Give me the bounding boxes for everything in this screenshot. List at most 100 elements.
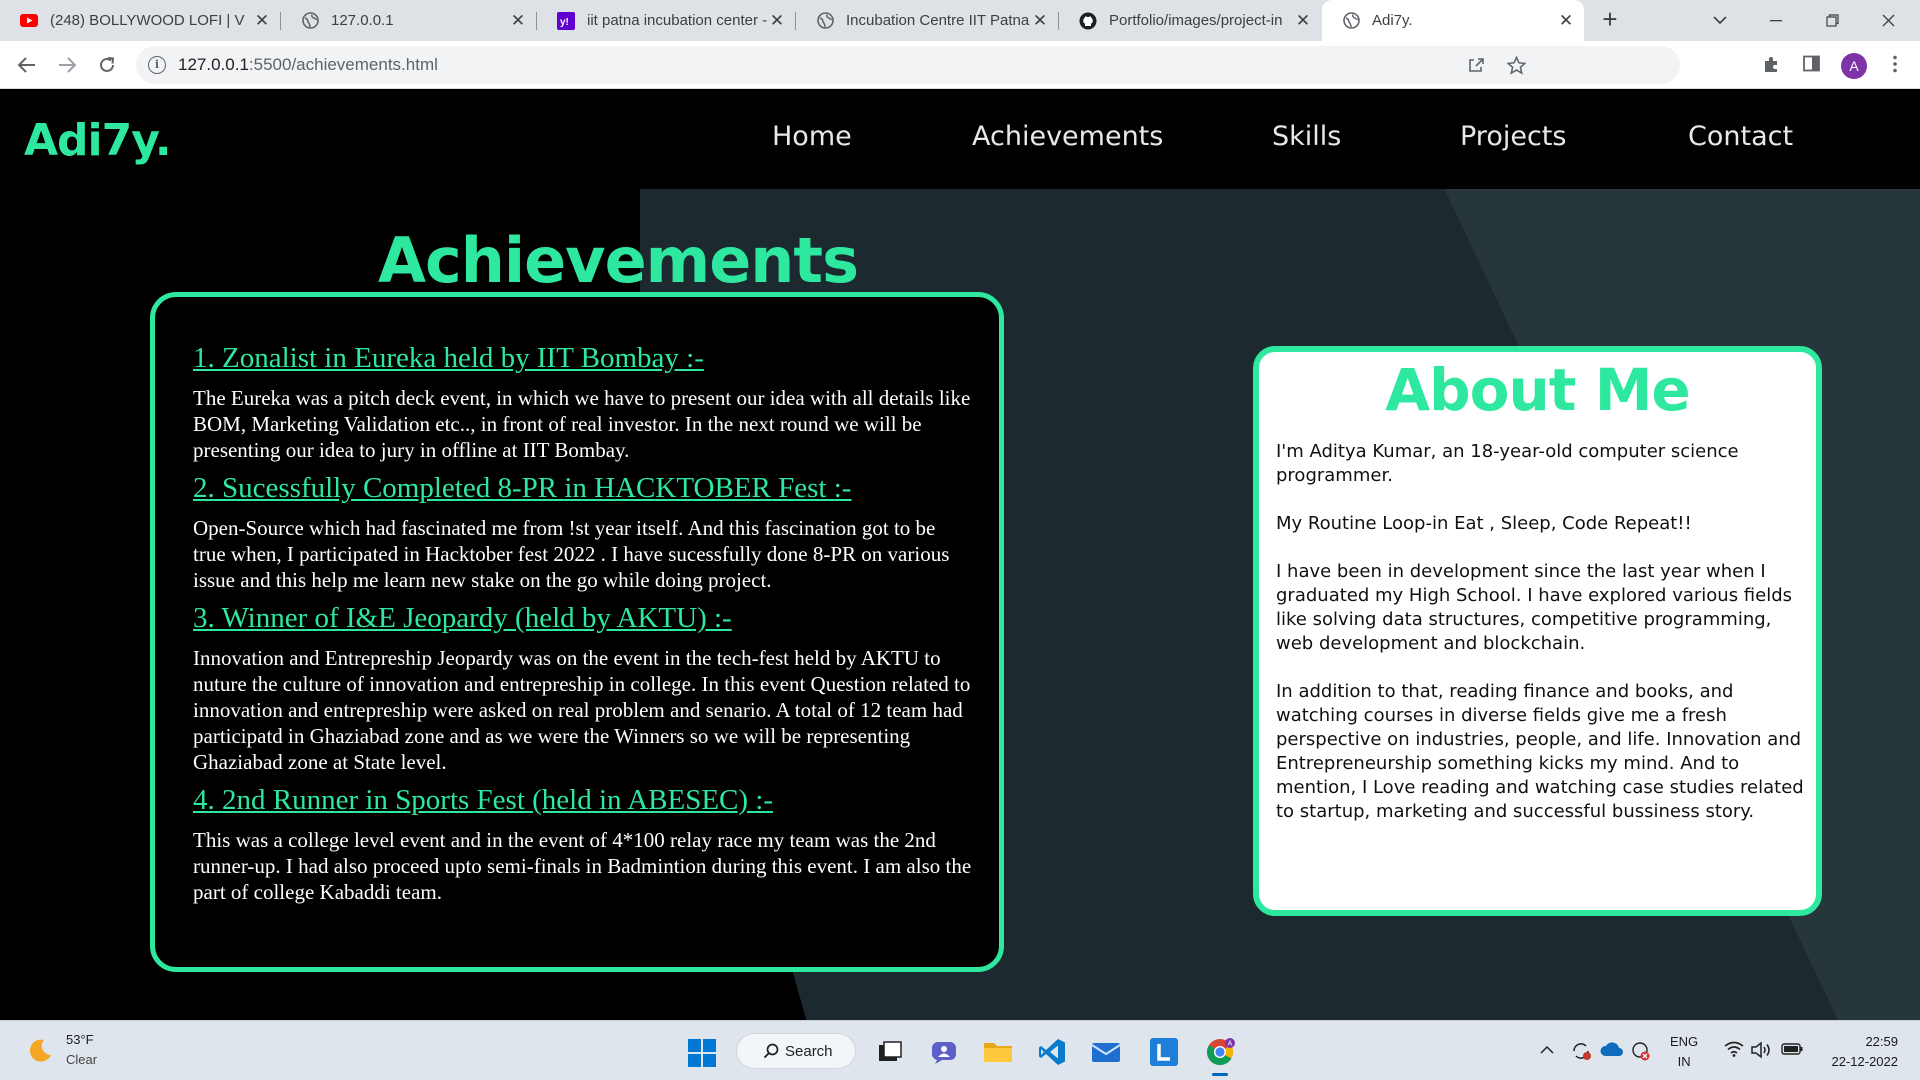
task-view-icon[interactable] — [873, 1035, 907, 1069]
wifi-icon[interactable] — [1724, 1041, 1744, 1061]
tab-localhost[interactable]: 127.0.0.1 ✕ — [281, 0, 536, 41]
sync-icon[interactable] — [1570, 1041, 1592, 1065]
close-tab-icon[interactable]: ✕ — [252, 11, 272, 31]
achievement-description: Open-Source which had fascinated me from… — [193, 516, 950, 592]
region-code: IN — [1677, 1054, 1691, 1069]
achievement-heading: 3. Winner of I&E Jeopardy (held by AKTU)… — [193, 602, 732, 634]
svg-text:A: A — [1228, 1041, 1233, 1048]
chat-icon[interactable] — [927, 1035, 961, 1069]
bookmark-star-icon[interactable] — [1505, 55, 1527, 76]
about-paragraph: My Routine Loop-in Eat , Sleep, Code Rep… — [1276, 513, 1692, 534]
l-app-icon[interactable] — [1147, 1035, 1181, 1069]
close-tab-icon[interactable]: ✕ — [767, 11, 787, 31]
url-path: :5500/achievements.html — [248, 55, 438, 74]
tab-incubation-centre[interactable]: Incubation Centre IIT Patna ✕ — [796, 0, 1058, 41]
about-paragraph: I have been in development since the las… — [1276, 561, 1793, 654]
github-icon — [1079, 12, 1097, 30]
back-arrow-icon[interactable] — [12, 50, 42, 80]
browser-menu-icon[interactable] — [1884, 55, 1906, 77]
weather-temperature[interactable]: 53°F — [66, 1032, 94, 1047]
globe-icon — [1342, 12, 1360, 30]
nav-link-home[interactable]: Home — [772, 121, 852, 152]
tab-title: Portfolio/images/project-in — [1109, 12, 1283, 29]
about-paragraph: In addition to that, reading finance and… — [1276, 681, 1804, 822]
taskbar-search[interactable]: Search — [736, 1033, 856, 1069]
share-icon[interactable] — [1466, 56, 1486, 76]
vscode-icon[interactable] — [1035, 1035, 1069, 1069]
nav-link-projects[interactable]: Projects — [1460, 121, 1566, 152]
globe-icon — [301, 12, 319, 30]
tab-bollywood-lofi[interactable]: (248) BOLLYWOOD LOFI | V ✕ — [0, 0, 280, 41]
tab-adi7y[interactable]: Adi7y. ✕ — [1322, 0, 1584, 41]
nav-link-contact[interactable]: Contact — [1688, 121, 1793, 152]
moon-weather-icon[interactable] — [26, 1037, 54, 1065]
about-paragraph: I'm Aditya Kumar, an 18-year-old compute… — [1276, 441, 1739, 486]
system-clock[interactable]: 22:59 22-12-2022 — [1818, 1032, 1899, 1072]
close-tab-icon[interactable]: ✕ — [508, 11, 528, 31]
about-me-card: About Me I'm Aditya Kumar, an 18-year-ol… — [1253, 346, 1822, 916]
restore-button[interactable] — [1804, 0, 1860, 41]
close-tab-icon[interactable]: ✕ — [1293, 11, 1313, 31]
input-language[interactable]: ENG IN — [1670, 1032, 1698, 1072]
tab-github-portfolio[interactable]: Portfolio/images/project-in ✕ — [1059, 0, 1321, 41]
achievement-item: 2. Sucessfully Completed 8-PR in HACKTOB… — [193, 471, 973, 593]
windows-taskbar: 53°F Clear Search A ENG IN 22:59 22-12-2… — [0, 1020, 1920, 1080]
tab-search-chevron-icon[interactable] — [1692, 0, 1748, 41]
weather-condition[interactable]: Clear — [66, 1052, 97, 1067]
browser-tab-strip: (248) BOLLYWOOD LOFI | V ✕ 127.0.0.1 ✕ y… — [0, 0, 1920, 41]
profile-avatar[interactable]: A — [1841, 53, 1867, 79]
reload-icon[interactable] — [92, 50, 122, 80]
mail-icon[interactable] — [1089, 1035, 1123, 1069]
site-info-icon[interactable]: i — [148, 56, 166, 74]
achievement-description: The Eureka was a pitch deck event, in wh… — [193, 386, 971, 462]
achievement-item: 3. Winner of I&E Jeopardy (held by AKTU)… — [193, 601, 973, 775]
file-explorer-icon[interactable] — [981, 1035, 1015, 1069]
achievement-heading: 1. Zonalist in Eureka held by IIT Bombay… — [193, 342, 704, 374]
achievement-heading: 2. Sucessfully Completed 8-PR in HACKTOB… — [193, 472, 852, 504]
achievement-item: 1. Zonalist in Eureka held by IIT Bombay… — [193, 341, 973, 463]
search-label: Search — [785, 1042, 833, 1060]
clock-date: 22-12-2022 — [1831, 1054, 1899, 1069]
volume-icon[interactable] — [1750, 1041, 1772, 1063]
tab-title: Incubation Centre IIT Patna — [846, 12, 1030, 29]
globe-icon — [816, 12, 834, 30]
about-me-title: About Me — [1385, 356, 1691, 424]
onedrive-cloud-icon[interactable] — [1600, 1041, 1624, 1061]
achievement-description: Innovation and Entrepreship Jeopardy was… — [193, 646, 971, 774]
achievements-title: Achievements — [378, 224, 859, 297]
language-code: ENG — [1670, 1034, 1699, 1049]
tab-title: (248) BOLLYWOOD LOFI | V — [50, 12, 245, 29]
battery-icon[interactable] — [1781, 1041, 1803, 1059]
nav-link-skills[interactable]: Skills — [1272, 121, 1341, 152]
browser-toolbar: i 127.0.0.1:5500/achievements.html A — [0, 41, 1920, 89]
close-tab-icon[interactable]: ✕ — [1030, 11, 1050, 31]
address-bar[interactable]: i 127.0.0.1:5500/achievements.html — [136, 46, 1680, 84]
close-window-button[interactable] — [1860, 0, 1916, 41]
tab-title: iit patna incubation center - — [587, 12, 767, 29]
about-me-text: I'm Aditya Kumar, an 18-year-old compute… — [1276, 440, 1806, 848]
url-host: 127.0.0.1 — [178, 55, 249, 74]
chrome-icon[interactable]: A — [1203, 1035, 1237, 1076]
site-navbar: Adi7y. Home Achievements Skills Projects… — [0, 89, 1920, 189]
windows-start-icon[interactable] — [688, 1039, 716, 1067]
new-tab-button[interactable]: + — [1596, 6, 1624, 34]
side-panel-icon[interactable] — [1800, 55, 1822, 77]
close-tab-icon[interactable]: ✕ — [1556, 11, 1576, 31]
svg-text:y!: y! — [560, 17, 569, 28]
achievements-list: 1. Zonalist in Eureka held by IIT Bombay… — [193, 341, 973, 913]
nav-link-achievements[interactable]: Achievements — [972, 121, 1163, 152]
achievement-item: 4. 2nd Runner in Sports Fest (held in AB… — [193, 783, 973, 905]
tab-title: 127.0.0.1 — [331, 12, 394, 29]
tab-iit-patna-search[interactable]: y! iit patna incubation center - ✕ — [537, 0, 795, 41]
clock-time: 22:59 — [1865, 1034, 1898, 1049]
tab-title: Adi7y. — [1372, 12, 1413, 29]
youtube-icon — [20, 12, 38, 30]
achievements-card: 1. Zonalist in Eureka held by IIT Bombay… — [150, 292, 1004, 972]
extensions-puzzle-icon[interactable] — [1761, 55, 1783, 77]
show-hidden-icons-chevron-icon[interactable] — [1540, 1041, 1554, 1059]
defender-icon[interactable] — [1630, 1041, 1650, 1065]
minimize-button[interactable] — [1748, 0, 1804, 41]
achievement-description: This was a college level event and in th… — [193, 828, 972, 904]
site-logo[interactable]: Adi7y. — [24, 115, 172, 166]
forward-arrow-icon[interactable] — [52, 50, 82, 80]
